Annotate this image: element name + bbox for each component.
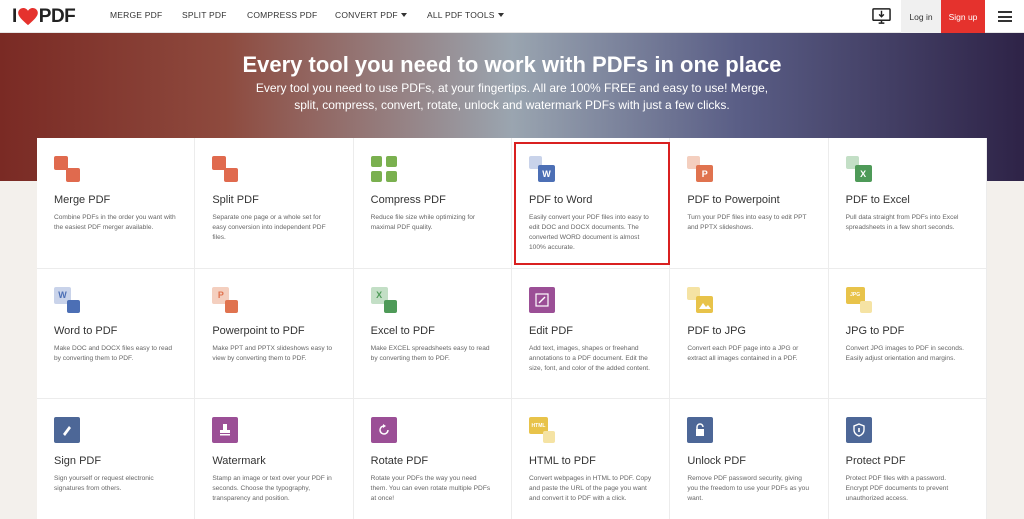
nav-split-pdf[interactable]: SPLIT PDF	[182, 10, 227, 20]
powerpoint-to-pdf-icon: P	[212, 286, 239, 313]
tool-description: Rotate your PDFs the way you need them. …	[370, 475, 491, 502]
tool-description: Stamp an image or text over your PDF in …	[212, 475, 332, 502]
hero-subtitle: Every tool you need to use PDFs, at your…	[255, 81, 769, 112]
logo-text-pdf: PDF	[38, 6, 76, 27]
pdf-to-powerpoint-icon: P	[687, 156, 714, 182]
excel-to-pdf-icon: X	[370, 286, 397, 313]
tool-description: Remove PDF password security, giving you…	[687, 475, 809, 502]
tool-card-split-pdf[interactable]: Split PDF Separate one page or a whole s…	[195, 138, 354, 269]
tool-title: Sign PDF	[54, 455, 102, 467]
top-navbar: I PDF MERGE PDF SPLIT PDF COMPRESS PDF C…	[0, 0, 1024, 33]
tool-title: Watermark	[212, 455, 266, 467]
tool-title: Compress PDF	[370, 194, 446, 206]
tool-card-pdf-to-word[interactable]: W PDF to Word Easily convert your PDF fi…	[511, 138, 671, 269]
edit-icon	[528, 286, 555, 313]
tool-description: Make DOC and DOCX files easy to read by …	[54, 344, 173, 362]
heart-icon	[17, 8, 38, 26]
tool-description: Sign yourself or request electronic sign…	[54, 475, 154, 492]
unlock-icon	[687, 417, 714, 443]
tool-card-pdf-to-jpg[interactable]: PDF to JPG Convert each PDF page into a …	[670, 268, 829, 399]
merge-icon	[54, 156, 80, 182]
hamburger-menu-icon[interactable]	[998, 11, 1012, 22]
tool-description: Protect PDF files with a password. Encry…	[845, 475, 949, 502]
tool-title: Protect PDF	[845, 455, 906, 467]
signup-button[interactable]: Sign up	[941, 0, 985, 33]
tool-description: Make EXCEL spreadsheets easy to read by …	[370, 344, 490, 362]
nav-compress-pdf[interactable]: COMPRESS PDF	[247, 10, 317, 20]
tool-card-sign-pdf[interactable]: Sign PDF Sign yourself or request electr…	[37, 399, 196, 519]
hero-title: Every tool you need to work with PDFs in…	[242, 52, 782, 77]
tool-card-unlock-pdf[interactable]: Unlock PDF Remove PDF password security,…	[670, 399, 829, 519]
tool-card-pdf-to-powerpoint[interactable]: P PDF to Powerpoint Turn your PDF files …	[670, 138, 829, 269]
tool-card-protect-pdf[interactable]: Protect PDF Protect PDF files with a pas…	[828, 399, 987, 519]
tool-card-excel-to-pdf[interactable]: X Excel to PDF Make EXCEL spreadsheets e…	[353, 268, 512, 399]
tool-description: Turn your PDF files into easy to edit PP…	[687, 214, 807, 231]
tool-card-word-to-pdf[interactable]: W Word to PDF Make DOC and DOCX files ea…	[37, 268, 196, 399]
jpg-to-pdf-icon: JPG	[845, 286, 872, 313]
tool-title: PDF to Powerpoint	[687, 194, 780, 206]
tool-description: Make PPT and PPTX slideshows easy to vie…	[212, 344, 333, 362]
word-to-pdf-icon: W	[54, 286, 80, 313]
tool-description: Reduce file size while optimizing for ma…	[370, 214, 476, 231]
compress-icon	[370, 156, 397, 182]
tool-card-rotate-pdf[interactable]: Rotate PDF Rotate your PDFs the way you …	[353, 399, 512, 519]
tool-title: JPG to PDF	[845, 324, 905, 337]
tool-description: Convert webpages in HTML to PDF. Copy an…	[528, 475, 652, 502]
tool-title: Split PDF	[212, 194, 259, 206]
tool-description: Easily convert your PDF files into easy …	[528, 214, 649, 251]
caret-down-icon	[497, 13, 504, 17]
tool-description: Pull data straight from PDFs into Excel …	[845, 214, 959, 231]
tool-title: Edit PDF	[528, 324, 573, 337]
watermark-icon	[212, 417, 239, 443]
tool-title: PDF to Word	[528, 194, 593, 206]
tool-title: Word to PDF	[54, 324, 118, 337]
tool-title: PDF to Excel	[845, 194, 910, 206]
tool-card-watermark[interactable]: Watermark Stamp an image or text over yo…	[195, 399, 354, 519]
protect-icon	[845, 417, 872, 443]
pdf-to-word-icon: W	[528, 156, 555, 182]
tool-card-powerpoint-to-pdf[interactable]: P Powerpoint to PDF Make PPT and PPTX sl…	[195, 268, 354, 399]
tool-card-compress-pdf[interactable]: Compress PDF Reduce file size while opti…	[353, 138, 512, 269]
ilovepdf-logo[interactable]: I PDF	[12, 6, 76, 28]
tools-grid: Merge PDF Combine PDFs in the order you …	[37, 138, 987, 519]
tool-title: PDF to JPG	[687, 324, 746, 337]
nav-convert-pdf[interactable]: CONVERT PDF	[335, 10, 407, 20]
nav-merge-pdf[interactable]: MERGE PDF	[110, 10, 162, 20]
tool-title: Rotate PDF	[370, 455, 429, 467]
tool-card-html-to-pdf[interactable]: HTML HTML to PDF Convert webpages in HTM…	[511, 399, 671, 519]
nav-all-pdf-tools[interactable]: ALL PDF TOOLS	[427, 10, 504, 20]
tool-card-merge-pdf[interactable]: Merge PDF Combine PDFs in the order you …	[37, 138, 196, 269]
tool-description: Combine PDFs in the order you want with …	[54, 214, 176, 231]
tool-title: Unlock PDF	[687, 455, 746, 467]
tool-title: Excel to PDF	[370, 324, 435, 337]
split-icon	[212, 156, 239, 182]
tool-description: Separate one page or a whole set for eas…	[212, 214, 326, 241]
tool-description: Add text, images, shapes or freehand ann…	[528, 344, 650, 372]
logo-letter-i: I	[12, 6, 17, 27]
tool-description: Convert JPG images to PDF in seconds. Ea…	[845, 344, 965, 362]
login-button[interactable]: Log in	[901, 0, 941, 33]
rotate-icon	[370, 417, 397, 443]
caret-down-icon	[400, 13, 407, 17]
tool-description: Convert each PDF page into a JPG or extr…	[687, 344, 799, 362]
tool-title: Powerpoint to PDF	[212, 324, 305, 337]
html-to-pdf-icon: HTML	[528, 417, 555, 443]
pdf-to-jpg-icon	[687, 286, 714, 313]
desktop-download-icon[interactable]	[872, 7, 891, 26]
tool-card-pdf-to-excel[interactable]: X PDF to Excel Pull data straight from P…	[828, 138, 987, 269]
sign-icon	[54, 417, 80, 443]
tool-title: HTML to PDF	[528, 455, 596, 467]
tool-title: Merge PDF	[54, 194, 111, 206]
pdf-to-excel-icon: X	[845, 156, 872, 182]
tool-card-jpg-to-pdf[interactable]: JPG JPG to PDF Convert JPG images to PDF…	[828, 268, 987, 399]
tool-card-edit-pdf[interactable]: Edit PDF Add text, images, shapes or fre…	[511, 268, 671, 399]
